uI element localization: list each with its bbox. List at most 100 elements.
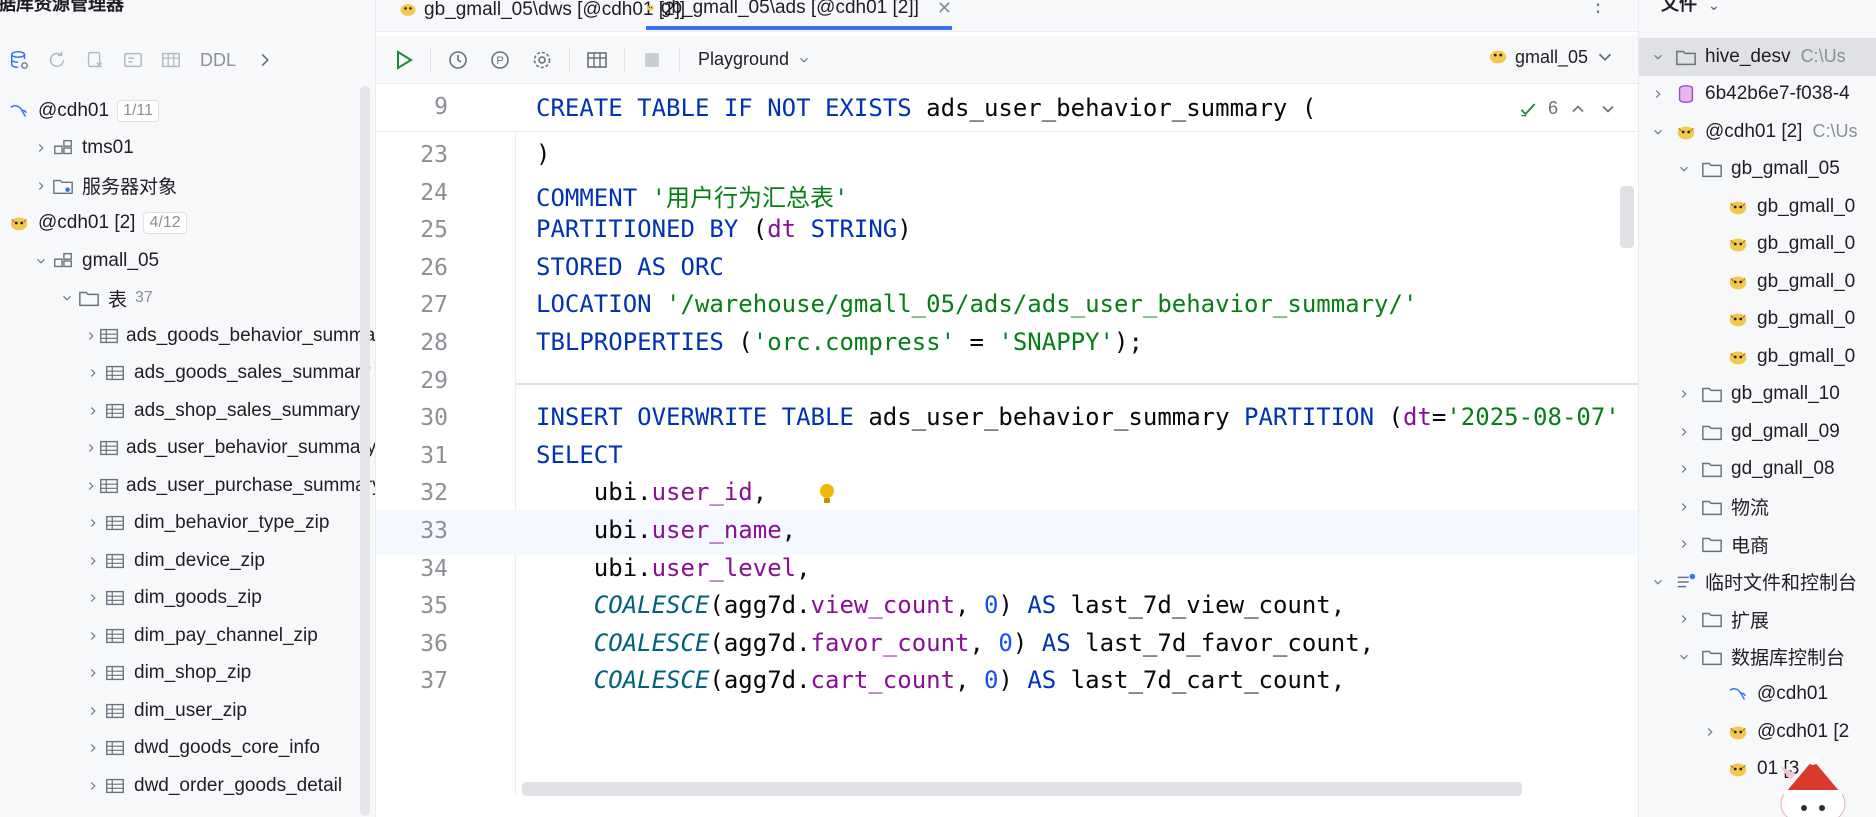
tree-item-dim-pay-channel-zip[interactable]: dim_pay_channel_zip	[0, 617, 375, 655]
table-output-icon[interactable]	[576, 36, 618, 84]
settings-icon[interactable]	[521, 36, 563, 84]
chevron-down-icon[interactable]	[1649, 123, 1667, 141]
chevron-right-icon[interactable]	[84, 664, 102, 682]
chevron-right-icon[interactable]	[84, 477, 98, 495]
chevron-down-icon[interactable]	[1675, 160, 1693, 178]
file-tree-item-gb-gmall-0[interactable]: gb_gmall_0	[1639, 338, 1876, 376]
close-icon[interactable]: ✕	[937, 0, 952, 19]
chevron-right-icon[interactable]	[1675, 610, 1693, 628]
tree-item-dim-behavior-type-zip[interactable]: dim_behavior_type_zip	[0, 505, 375, 543]
chevron-right-icon[interactable]	[1675, 460, 1693, 478]
editor-area: gb_gmall_05\dws [@cdh01 [2]] gb_gmall_05…	[376, 0, 1638, 817]
tree-item-dim-device-zip[interactable]: dim_device_zip	[0, 542, 375, 580]
tree-item-ads-user-purchase-summary[interactable]: ads_user_purchase_summary	[0, 467, 375, 505]
tree-item-tms01[interactable]: tms01	[0, 130, 375, 168]
chevron-right-icon[interactable]	[1649, 85, 1667, 103]
file-tree-item-gb-gmall-0[interactable]: gb_gmall_0	[1639, 301, 1876, 339]
run-icon[interactable]	[382, 36, 424, 84]
lightbulb-icon[interactable]	[816, 482, 838, 508]
console-icon[interactable]	[114, 42, 152, 78]
tree-item-ads-shop-sales-summary[interactable]: ads_shop_sales_summary	[0, 392, 375, 430]
file-tree-item-cdh01-2[interactable]: @cdh01 [2] C:\Us	[1639, 113, 1876, 151]
chevron-right-icon[interactable]	[1675, 385, 1693, 403]
chevron-down-icon[interactable]	[1649, 48, 1667, 66]
chevron-right-icon[interactable]	[84, 702, 102, 720]
table-icon	[102, 398, 128, 424]
file-tree-item-cdh01-2[interactable]: @cdh01 [2	[1639, 713, 1876, 751]
chevron-right-icon[interactable]	[1675, 535, 1693, 553]
tree-item-dim-shop-zip[interactable]: dim_shop_zip	[0, 655, 375, 693]
inspections-widget[interactable]: 6	[1518, 98, 1618, 119]
explorer-scrollbar[interactable]	[360, 86, 370, 816]
tree-item-ads-goods-behavior-summary[interactable]: ads_goods_behavior_summary	[0, 317, 375, 355]
tab-ads[interactable]: gb_gmall_05\ads [@cdh01 [2]] ✕	[646, 0, 952, 30]
chevron-down-icon[interactable]: ⌄	[1708, 0, 1720, 13]
chevron-right-icon[interactable]	[84, 552, 102, 570]
tree-item-dwd-goods-core-info[interactable]: dwd_goods_core_info	[0, 730, 375, 768]
file-tree-item-label: 临时文件和控制台	[1705, 573, 1858, 595]
chevron-right-icon[interactable]	[84, 739, 102, 757]
tree-item-ads-user-behavior-summary[interactable]: ads_user_behavior_summary	[0, 430, 375, 468]
file-tree-item-gb-gmall-05[interactable]: gb_gmall_05	[1639, 151, 1876, 189]
chevron-down-icon[interactable]	[1649, 573, 1667, 591]
mode-dropdown[interactable]: Playground	[698, 49, 811, 70]
chevron-down-icon[interactable]	[58, 289, 76, 307]
chevron-down-icon[interactable]	[1598, 99, 1618, 119]
tree-item-cdh01[interactable]: @cdh01 1/11	[0, 92, 375, 130]
file-tree-item-gb-gmall-0[interactable]: gb_gmall_0	[1639, 188, 1876, 226]
schema-selector[interactable]: gmall_05	[1487, 46, 1616, 68]
file-tree-item-item[interactable]: 扩展	[1639, 601, 1876, 639]
editor-horizontal-scrollbar[interactable]	[522, 782, 1522, 796]
explain-plan-icon[interactable]: P	[479, 36, 521, 84]
tree-item-gmall-05[interactable]: gmall_05	[0, 242, 375, 280]
tree-item-dim-user-zip[interactable]: dim_user_zip	[0, 692, 375, 730]
chevron-right-icon[interactable]	[84, 777, 102, 795]
file-tree-item-item[interactable]: 电商	[1639, 526, 1876, 564]
code-token: AS	[1027, 591, 1071, 620]
file-tree-item-gb-gmall-0[interactable]: gb_gmall_0	[1639, 263, 1876, 301]
file-tree-item-gb-gmall-10[interactable]: gb_gmall_10	[1639, 376, 1876, 414]
file-tree-item-item[interactable]: 物流	[1639, 488, 1876, 526]
editor-vertical-scrollbar[interactable]	[1620, 186, 1634, 248]
chevron-right-icon[interactable]	[32, 139, 50, 157]
chevron-right-icon[interactable]	[84, 364, 102, 382]
file-tree-item-label: 数据库控制台	[1731, 648, 1846, 670]
disconnect-icon[interactable]	[76, 42, 114, 78]
chevron-right-icon[interactable]	[1675, 498, 1693, 516]
chevron-right-icon[interactable]	[1701, 723, 1719, 741]
tree-item-dim-goods-zip[interactable]: dim_goods_zip	[0, 580, 375, 618]
chevron-right-icon[interactable]	[84, 327, 98, 345]
chevron-right-icon[interactable]	[84, 514, 102, 532]
tree-item-item[interactable]: 表 37	[0, 280, 375, 318]
refresh-icon[interactable]	[38, 42, 76, 78]
history-icon[interactable]	[437, 36, 479, 84]
file-tree-item-item[interactable]: 数据库控制台	[1639, 638, 1876, 676]
chevron-right-icon[interactable]	[1675, 423, 1693, 441]
file-tree-item-gb-gmall-0[interactable]: gb_gmall_0	[1639, 226, 1876, 264]
chevron-right-icon[interactable]	[84, 589, 102, 607]
tree-item-dwd-order-goods-detail[interactable]: dwd_order_goods_detail	[0, 767, 375, 805]
table-view-icon[interactable]	[152, 42, 190, 78]
tree-item-cdh01-2[interactable]: @cdh01 [2] 4/12	[0, 205, 375, 243]
ddl-button[interactable]: DDL	[190, 50, 246, 71]
more-icon[interactable]: ⋮	[1588, 0, 1608, 17]
file-tree-item-gd-gnall-08[interactable]: gd_gnall_08	[1639, 451, 1876, 489]
chevron-right-icon[interactable]	[246, 42, 284, 78]
chevron-down-icon[interactable]	[32, 252, 50, 270]
chevron-down-icon[interactable]	[1675, 648, 1693, 666]
chevron-right-icon[interactable]	[32, 177, 50, 195]
tree-item-item[interactable]: 服务器对象	[0, 167, 375, 205]
chevron-right-icon[interactable]	[84, 402, 102, 420]
chevron-right-icon[interactable]	[84, 439, 98, 457]
chevron-up-icon[interactable]	[1568, 99, 1588, 119]
stop-icon[interactable]	[631, 36, 673, 84]
file-tree-item-cdh01[interactable]: @cdh01	[1639, 676, 1876, 714]
file-tree-item-item[interactable]: 临时文件和控制台	[1639, 563, 1876, 601]
file-tree-item-hive-desv[interactable]: hive_desv C:\Us	[1639, 38, 1876, 76]
chevron-right-icon[interactable]	[84, 627, 102, 645]
tab-dws[interactable]: gb_gmall_05\dws [@cdh01 [2]]	[398, 0, 685, 30]
new-datasource-icon[interactable]	[0, 42, 38, 78]
file-tree-item-6b42b6e7-f038-4[interactable]: 6b42b6e7-f038-4	[1639, 76, 1876, 114]
file-tree-item-gd-gmall-09[interactable]: gd_gmall_09	[1639, 413, 1876, 451]
tree-item-ads-goods-sales-summary[interactable]: ads_goods_sales_summary	[0, 355, 375, 393]
